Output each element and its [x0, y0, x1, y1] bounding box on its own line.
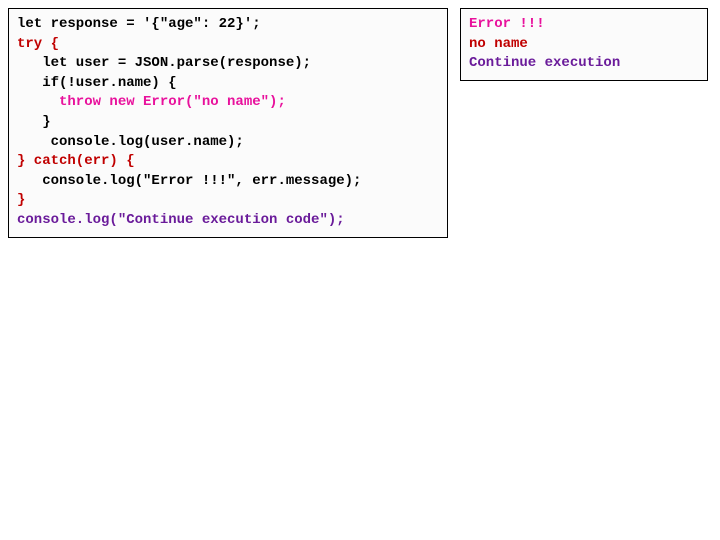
code-line: if(!user.name) { [17, 74, 439, 94]
code-line: } [17, 113, 439, 133]
code-line: let response = '{"age": 22}'; [17, 15, 439, 35]
code-line: } catch(err) { [17, 152, 439, 172]
output-line: Continue execution [469, 54, 699, 74]
output-block: Error !!! no name Continue execution [460, 8, 708, 81]
code-line: console.log(user.name); [17, 133, 439, 153]
code-block: let response = '{"age": 22}'; try { let … [8, 8, 448, 238]
code-line: throw new Error("no name"); [17, 93, 439, 113]
code-line: console.log("Error !!!", err.message); [17, 172, 439, 192]
output-line: no name [469, 35, 699, 55]
code-line: console.log("Continue execution code"); [17, 211, 439, 231]
code-line: let user = JSON.parse(response); [17, 54, 439, 74]
code-line: } [17, 191, 439, 211]
output-line: Error !!! [469, 15, 699, 35]
code-line: try { [17, 35, 439, 55]
